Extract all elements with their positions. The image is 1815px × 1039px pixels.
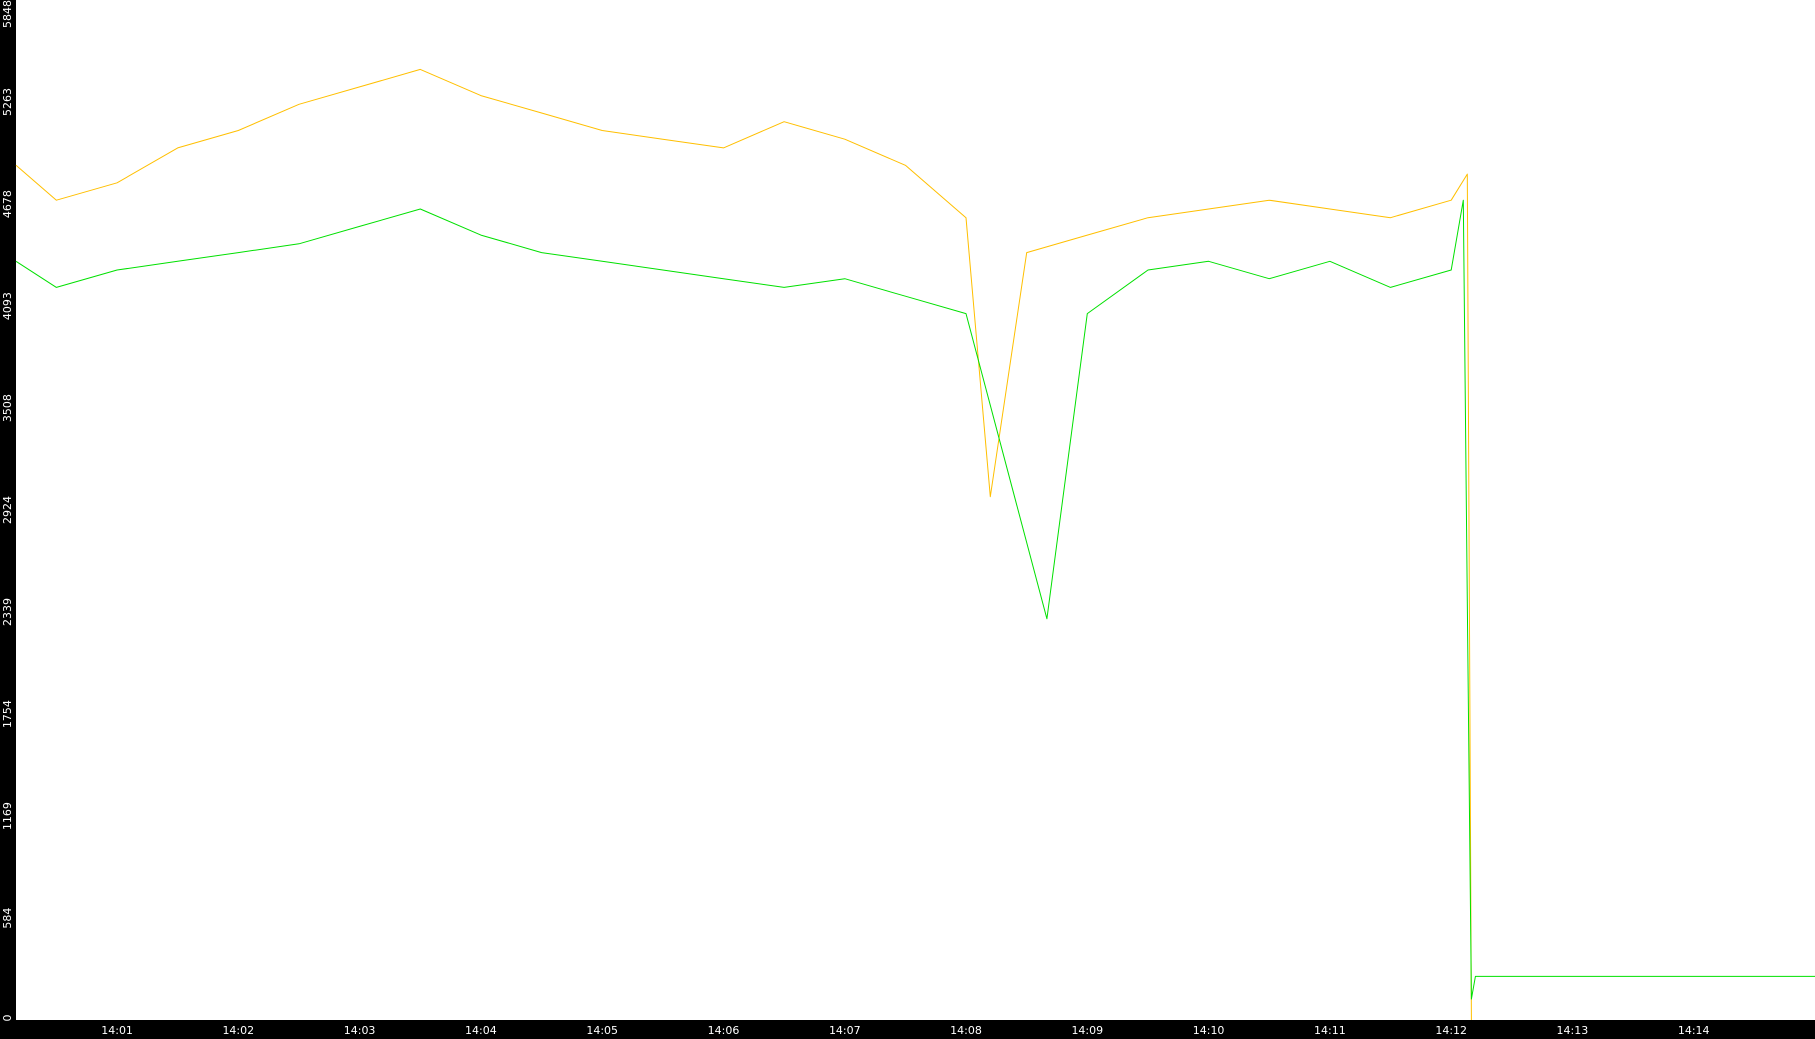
x-axis: 14:01 14:02 14:03 14:04 14:05 14:06 14:07 14:08…: [101, 1024, 1709, 1037]
x-tick-label: 14:07: [829, 1024, 861, 1037]
x-tick-label: 14:12: [1435, 1024, 1467, 1037]
x-tick-label: 14:10: [1193, 1024, 1225, 1037]
y-tick-label: 584: [1, 908, 14, 929]
x-tick-label: 14:06: [708, 1024, 740, 1037]
x-tick-label: 14:05: [586, 1024, 618, 1037]
y-tick-label: 1169: [1, 802, 14, 830]
y-axis: 0 584 1169 1754 2339 2924 3508 4093 4678 5263 5848: [1, 0, 14, 1022]
y-tick-label: 4678: [1, 190, 14, 218]
x-tick-label: 14:01: [101, 1024, 133, 1037]
y-tick-label: 5263: [1, 88, 14, 116]
y-tick-label: 3508: [1, 394, 14, 422]
x-tick-label: 14:04: [465, 1024, 497, 1037]
x-tick-label: 14:14: [1678, 1024, 1710, 1037]
x-tick-label: 14:13: [1557, 1024, 1589, 1037]
x-tick-label: 14:11: [1314, 1024, 1346, 1037]
y-tick-label: 0: [1, 1015, 14, 1022]
y-tick-label: 4093: [1, 292, 14, 320]
x-tick-label: 14:02: [222, 1024, 254, 1037]
x-tick-label: 14:08: [950, 1024, 982, 1037]
x-tick-label: 14:09: [1071, 1024, 1103, 1037]
chart: 0 584 1169 1754 2339 2924 3508 4093 4678 5263 5848…: [1, 0, 1815, 1037]
y-tick-label: 2339: [1, 598, 14, 626]
y-tick-label: 1754: [1, 700, 14, 728]
y-tick-label: 2924: [1, 496, 14, 524]
y-tick-label: 5848: [1, 0, 14, 28]
x-tick-label: 14:03: [344, 1024, 376, 1037]
plot-area: [16, 0, 1815, 1020]
